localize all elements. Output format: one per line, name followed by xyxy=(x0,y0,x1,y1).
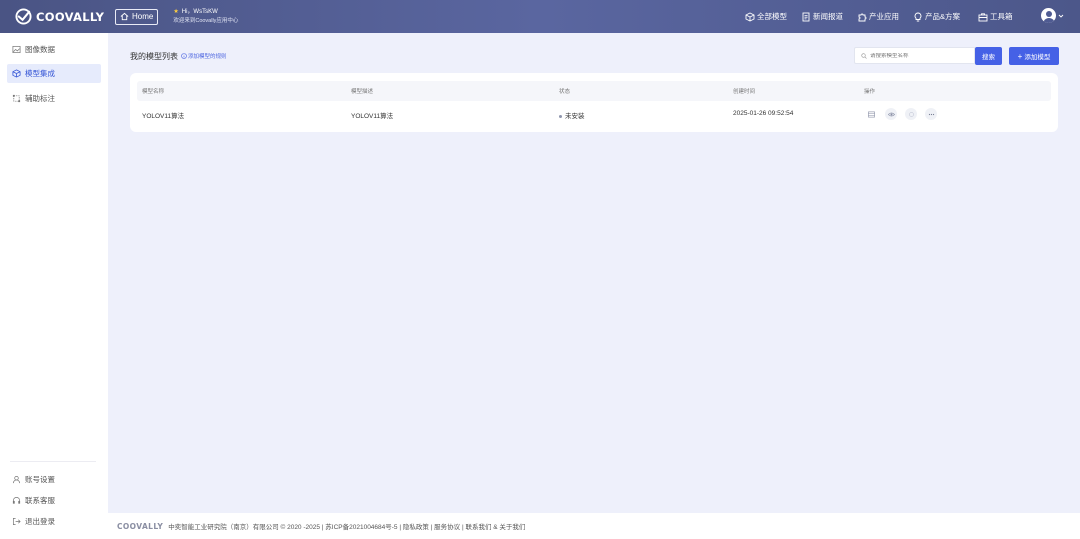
status-dot xyxy=(559,114,562,118)
row-model-status: 未安装 xyxy=(559,110,585,120)
greeting-text: Hi，WsTsKW xyxy=(181,8,218,15)
search-box xyxy=(854,47,975,64)
top-header: COOVALLY Home ★ Hi，WsTsKW 欢迎来到Coovally应用中… xyxy=(0,0,1080,33)
row-actions xyxy=(865,108,945,120)
model-rules-link[interactable]: 添加模型的规则 xyxy=(181,52,227,60)
plus-icon: + xyxy=(1017,51,1023,61)
user-icon xyxy=(12,475,21,484)
info-icon xyxy=(181,53,187,59)
table-header xyxy=(137,81,1051,101)
image-icon xyxy=(12,45,21,54)
chevron-down-icon xyxy=(1058,14,1064,18)
headset-icon xyxy=(12,497,21,504)
brand-name: COOVALLY xyxy=(36,9,105,24)
row-model-description: YOLOV11算法 xyxy=(351,113,394,120)
column-header-description: 模型描述 xyxy=(351,89,374,95)
bulb-icon xyxy=(914,12,922,21)
nav-item-all-models[interactable]: 全部模型 xyxy=(745,11,787,22)
avatar xyxy=(1041,8,1056,23)
manage-button[interactable] xyxy=(865,108,877,120)
status-toggle-button[interactable] xyxy=(905,108,917,120)
row-created-time: 2025-01-26 09:52:54 xyxy=(733,110,794,117)
page-title: 我的模型列表 xyxy=(130,52,178,61)
toolbox-icon xyxy=(978,12,988,21)
greeting-block: ★ Hi，WsTsKW 欢迎来到Coovally应用中心 xyxy=(173,8,238,26)
column-header-actions: 操作 xyxy=(864,89,876,95)
column-header-status: 状态 xyxy=(559,89,571,95)
welcome-text: 欢迎来到Coovally应用中心 xyxy=(173,17,239,24)
star-icon: ★ xyxy=(173,8,179,15)
nav-item-news[interactable]: 新闻报道 xyxy=(801,11,843,22)
sidebar-item-account-settings[interactable]: 账号设置 xyxy=(7,470,101,489)
model-box-icon xyxy=(745,11,755,22)
column-header-created: 创建时间 xyxy=(733,89,756,95)
search-button[interactable]: 搜索 xyxy=(975,47,1002,65)
user-menu[interactable] xyxy=(1041,8,1064,23)
home-icon xyxy=(120,12,129,21)
more-icon xyxy=(928,113,934,115)
column-header-name: 模型名称 xyxy=(142,89,165,95)
home-label: Home xyxy=(132,12,154,21)
logout-icon xyxy=(12,517,21,526)
sidebar-item-assist-annotation[interactable]: 辅助标注 xyxy=(7,89,101,108)
sidebar-item-image-data[interactable]: 图像数据 xyxy=(7,40,101,59)
add-model-button[interactable]: + 添加模型 xyxy=(1009,47,1059,65)
search-icon xyxy=(861,52,867,59)
nav-item-products[interactable]: 产品&方案 xyxy=(913,11,960,22)
sidebar-item-model-integration[interactable]: 模型集成 xyxy=(7,64,101,83)
home-button[interactable]: Home xyxy=(115,8,159,25)
more-button[interactable] xyxy=(925,108,937,120)
row-model-name: YOLOV11算法 xyxy=(142,113,185,120)
search-input[interactable] xyxy=(870,52,965,59)
annotate-icon xyxy=(12,94,21,103)
footer-text: 中奕智能工业研究院（南京）有限公司 © 2020 -2025 | 苏ICP备20… xyxy=(168,524,526,531)
sidebar-item-contact-support[interactable]: 联系客服 xyxy=(7,491,101,510)
list-icon xyxy=(867,111,875,117)
sidebar-divider xyxy=(10,461,96,462)
nav-item-toolbox[interactable]: 工具箱 xyxy=(978,11,1013,22)
top-nav: 全部模型 新闻报道 产业应用 产品&方案 工具箱 xyxy=(745,0,1013,33)
view-button[interactable] xyxy=(885,108,897,120)
cube-icon xyxy=(12,69,21,78)
circle-icon xyxy=(908,111,914,117)
coovally-logo-icon xyxy=(15,8,32,25)
sidebar: 图像数据 模型集成 辅助标注 账号设置 联系客服 退出登录 xyxy=(0,33,108,539)
nav-item-industry[interactable]: 产业应用 xyxy=(857,11,899,22)
document-icon xyxy=(802,12,810,21)
sidebar-item-logout[interactable]: 退出登录 xyxy=(7,512,101,531)
brand-logo[interactable]: COOVALLY xyxy=(14,8,106,25)
status-badge: 未安装 xyxy=(565,113,585,120)
puzzle-icon xyxy=(858,13,867,21)
eye-icon xyxy=(887,112,895,116)
footer: COOVALLY 中奕智能工业研究院（南京）有限公司 © 2020 -2025 … xyxy=(108,513,1080,539)
footer-logo: COOVALLY xyxy=(117,521,164,531)
